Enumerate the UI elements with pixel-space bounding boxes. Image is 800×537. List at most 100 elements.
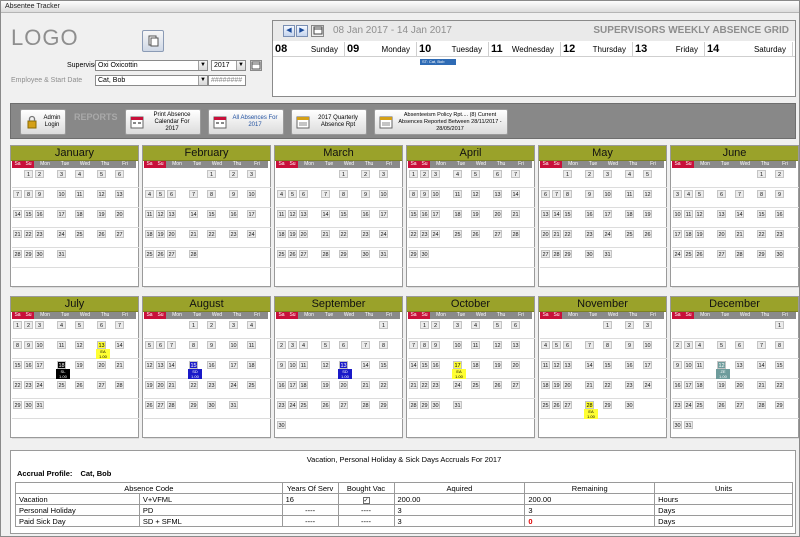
absence-marker[interactable]: EA 1.00	[452, 369, 466, 379]
day-cell[interactable]: 3	[673, 190, 682, 198]
day-cell[interactable]: 23	[207, 381, 216, 389]
day-cell[interactable]: 5	[695, 190, 704, 198]
day-cell[interactable]: 4	[541, 341, 550, 349]
day-cell[interactable]: 4	[277, 190, 286, 198]
day-cell[interactable]: 14	[735, 210, 744, 218]
day-cell[interactable]: 11	[299, 361, 308, 369]
week-day-11[interactable]: 11 Wednesday	[489, 42, 561, 56]
day-cell[interactable]: 19	[717, 381, 726, 389]
day-cell[interactable]: 31	[57, 250, 66, 258]
day-cell[interactable]: 21	[585, 381, 594, 389]
day-cell[interactable]: 11	[541, 361, 550, 369]
day-cell[interactable]: 13	[97, 341, 106, 349]
day-cell[interactable]: 3	[684, 341, 693, 349]
day-cell[interactable]: 1	[420, 321, 429, 329]
day-cell[interactable]: 21	[552, 230, 561, 238]
day-cell[interactable]: 30	[361, 250, 370, 258]
day-cell[interactable]: 6	[563, 341, 572, 349]
day-cell[interactable]: 24	[673, 250, 682, 258]
day-cell[interactable]: 20	[511, 361, 520, 369]
day-cell[interactable]: 14	[321, 210, 330, 218]
day-cell[interactable]: 17	[288, 381, 297, 389]
day-cell[interactable]: 24	[229, 381, 238, 389]
day-cell[interactable]: 11	[57, 341, 66, 349]
day-cell[interactable]: 5	[156, 190, 165, 198]
day-cell[interactable]: 19	[75, 361, 84, 369]
day-cell[interactable]: 30	[585, 250, 594, 258]
day-cell[interactable]: 31	[453, 401, 462, 409]
week-event[interactable]: ST: Cat, Bob	[420, 59, 456, 65]
day-cell[interactable]: 2	[24, 321, 33, 329]
day-cell[interactable]: 5	[75, 321, 84, 329]
day-cell[interactable]: 3	[35, 321, 44, 329]
day-cell[interactable]: 6	[156, 341, 165, 349]
day-cell[interactable]: 1	[207, 170, 216, 178]
day-cell[interactable]: 7	[757, 341, 766, 349]
day-cell[interactable]: 18	[541, 381, 550, 389]
day-cell[interactable]: 8	[379, 341, 388, 349]
day-cell[interactable]: 16	[207, 361, 216, 369]
day-cell[interactable]: 22	[13, 381, 22, 389]
day-cell[interactable]: 4	[471, 321, 480, 329]
day-cell[interactable]: 9	[420, 190, 429, 198]
day-cell[interactable]: 7	[361, 341, 370, 349]
day-cell[interactable]: 24	[247, 230, 256, 238]
day-cell[interactable]: 8	[13, 341, 22, 349]
day-cell[interactable]: 17	[453, 361, 462, 369]
day-cell[interactable]: 30	[420, 250, 429, 258]
day-cell[interactable]: 10	[453, 341, 462, 349]
day-cell[interactable]: 8	[757, 190, 766, 198]
day-cell[interactable]: 12	[288, 210, 297, 218]
day-cell[interactable]: 15	[603, 361, 612, 369]
day-cell[interactable]: 14	[189, 210, 198, 218]
day-cell[interactable]: 1	[13, 321, 22, 329]
day-cell[interactable]: 27	[563, 401, 572, 409]
day-cell[interactable]: 25	[541, 401, 550, 409]
day-cell[interactable]: 30	[431, 401, 440, 409]
day-cell[interactable]: 8	[189, 341, 198, 349]
day-cell[interactable]: 23	[420, 230, 429, 238]
day-cell[interactable]: 19	[695, 230, 704, 238]
day-cell[interactable]: 9	[24, 341, 33, 349]
day-cell[interactable]: 29	[757, 250, 766, 258]
day-cell[interactable]: 30	[625, 401, 634, 409]
day-cell[interactable]: 3	[379, 170, 388, 178]
day-cell[interactable]: 14	[361, 361, 370, 369]
day-cell[interactable]: 10	[684, 361, 693, 369]
absence-marker[interactable]: SD 1.00	[338, 369, 352, 379]
print-absence-button[interactable]: Print Absence Calendar For 2017	[125, 109, 201, 135]
day-cell[interactable]: 20	[299, 230, 308, 238]
day-cell[interactable]: 18	[471, 361, 480, 369]
day-cell[interactable]: 14	[167, 361, 176, 369]
day-cell[interactable]: 4	[75, 170, 84, 178]
day-cell[interactable]: 2	[775, 170, 784, 178]
day-cell[interactable]: 20	[563, 381, 572, 389]
day-cell[interactable]: 28	[757, 401, 766, 409]
day-cell[interactable]: 17	[643, 361, 652, 369]
day-cell[interactable]: 8	[409, 190, 418, 198]
day-cell[interactable]: 26	[75, 381, 84, 389]
day-cell[interactable]: 17	[431, 210, 440, 218]
day-cell[interactable]: 24	[603, 230, 612, 238]
day-cell[interactable]: 17	[673, 230, 682, 238]
day-cell[interactable]: 26	[145, 401, 154, 409]
weekly-calendar-button[interactable]	[311, 25, 324, 37]
day-cell[interactable]: 27	[339, 401, 348, 409]
day-cell[interactable]: 3	[247, 170, 256, 178]
day-cell[interactable]: 20	[115, 210, 124, 218]
day-cell[interactable]: 26	[156, 250, 165, 258]
supervisor-select[interactable]: Oxi Oxicottin ▼	[95, 60, 208, 71]
day-cell[interactable]: 8	[24, 190, 33, 198]
year-select[interactable]: 2017 ▼	[211, 60, 246, 71]
day-cell[interactable]: 5	[97, 170, 106, 178]
day-cell[interactable]: 21	[511, 210, 520, 218]
day-cell[interactable]: 16	[420, 210, 429, 218]
day-cell[interactable]: 21	[115, 361, 124, 369]
day-cell[interactable]: 9	[35, 190, 44, 198]
day-cell[interactable]: 1	[563, 170, 572, 178]
day-cell[interactable]: 12	[493, 341, 502, 349]
day-cell[interactable]: 25	[57, 381, 66, 389]
day-cell[interactable]: 29	[563, 250, 572, 258]
day-cell[interactable]: 31	[229, 401, 238, 409]
day-cell[interactable]: 3	[57, 170, 66, 178]
